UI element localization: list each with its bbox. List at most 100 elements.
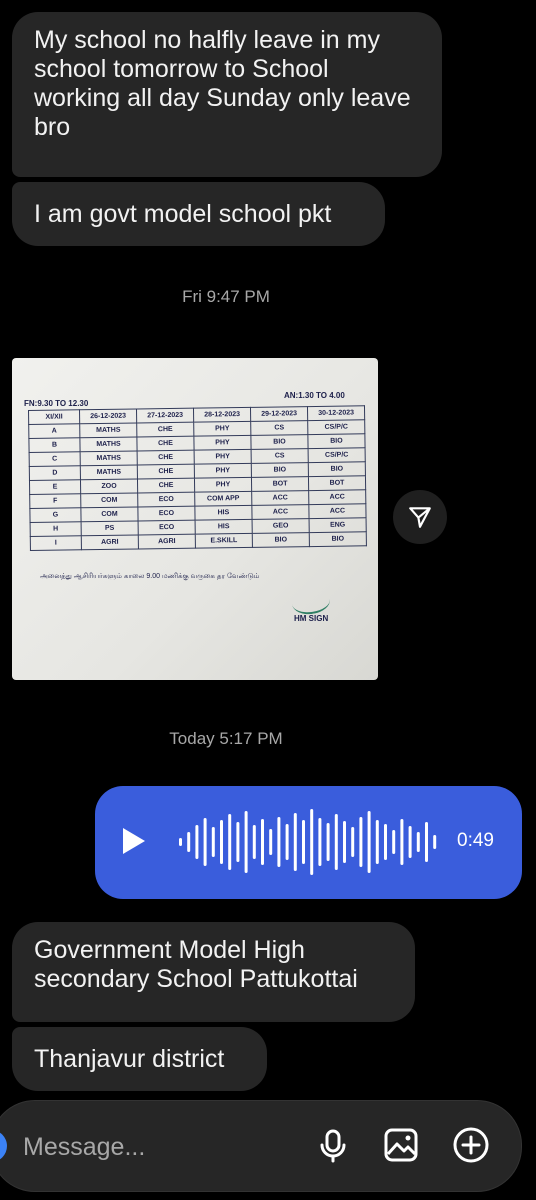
timetable-cell: CHE (136, 436, 195, 451)
timetable-cell: GEO (252, 518, 310, 534)
photo-note: அனைத்து ஆசிரியர்களும் காலை 9.00 மணிக்கு … (40, 573, 260, 580)
waveform-bar (244, 811, 248, 873)
waveform-bar (261, 819, 264, 865)
waveform-bar (334, 814, 338, 870)
timetable-cell: PHY (193, 435, 252, 451)
timetable-cell: ZOO (80, 478, 138, 494)
timetable-cell: 26-12-2023 (79, 408, 137, 424)
message-text: I am govt model school pkt (34, 200, 332, 228)
timetable-cell: COM (80, 492, 138, 508)
message-composer (0, 1100, 522, 1192)
message-text: My school no halfly leave in my school t… (34, 26, 411, 141)
photo-message[interactable]: FN:9.30 TO 12.30 AN:1.30 TO 4.00 XI/XII 2… (12, 358, 378, 680)
timetable-cell: 30-12-2023 (307, 405, 365, 421)
timetable-cell: CS/P/C (307, 419, 365, 435)
timestamp: Fri 9:47 PM (182, 287, 270, 306)
waveform-bar (326, 823, 330, 861)
message-text: Thanjavur district (34, 1045, 225, 1073)
share-button[interactable] (393, 490, 447, 544)
timetable-cell: MATHS (79, 436, 138, 452)
timestamp: Today 5:17 PM (169, 729, 283, 748)
waveform-bar (179, 838, 182, 846)
timetable-cell: COM (80, 506, 139, 522)
timetable-cell: ACC (308, 503, 367, 519)
waveform-bar (285, 824, 289, 860)
timetable-cell: PHY (194, 463, 252, 479)
add-icon[interactable] (451, 1125, 491, 1165)
timetable-cell: 27-12-2023 (136, 408, 194, 423)
timetable-cell: CS/P/C (308, 447, 366, 463)
hm-sign-label: HM SIGN (294, 614, 329, 623)
waveform (179, 809, 437, 875)
timetable-cell: 28-12-2023 (193, 407, 251, 423)
voice-message[interactable]: 0:49 (95, 786, 522, 899)
timetable-cell: ECO (137, 506, 196, 521)
camera-icon[interactable] (0, 1130, 7, 1162)
timetable-cell: H (30, 521, 82, 537)
photo-fn-label: FN:9.30 TO 12.30 (24, 399, 89, 408)
timetable-cell: ECO (137, 492, 195, 507)
timetable-cell: ACC (308, 489, 366, 505)
timetable-cell: CHE (137, 478, 195, 493)
waveform-bar (293, 813, 297, 871)
waveform-bar (400, 819, 404, 865)
waveform-bar (433, 835, 437, 849)
waveform-bar (416, 832, 420, 852)
timetable: XI/XII 26-12-2023 27-12-2023 28-12-2023 29-1… (28, 405, 367, 551)
timetable-cell: AGRI (81, 534, 139, 550)
waveform-bar (375, 820, 379, 864)
timetable-cell: E.SKILL (195, 533, 253, 549)
timetable-cell: F (29, 493, 81, 509)
timetable-cell: HIS (195, 519, 253, 535)
send-icon (409, 507, 431, 528)
waveform-bar (269, 829, 273, 855)
timetable-cell: COM APP (194, 491, 252, 507)
message-input[interactable] (21, 1129, 265, 1165)
timetable-cell: PHY (194, 477, 252, 493)
timetable-cell: MATHS (79, 422, 137, 438)
waveform-bar (425, 822, 428, 862)
timetable-cell: E (29, 479, 81, 495)
play-icon[interactable] (123, 828, 145, 854)
waveform-bar (343, 821, 346, 863)
microphone-icon[interactable] (313, 1125, 353, 1165)
timetable-cell: I (30, 535, 82, 551)
waveform-bar (236, 822, 240, 862)
timetable-cell: AGRI (138, 534, 196, 549)
waveform-bar (220, 820, 223, 864)
timetable-cell: B (28, 437, 81, 453)
timetable-cell: BIO (308, 461, 366, 477)
waveform-bar (318, 818, 322, 866)
waveform-bar (367, 811, 371, 873)
waveform-bar (252, 825, 256, 859)
gallery-icon[interactable] (381, 1125, 421, 1165)
message-bubble[interactable]: Thanjavur district (12, 1027, 267, 1091)
timetable-cell: D (29, 465, 81, 481)
waveform-bar (203, 818, 207, 866)
waveform-bar (408, 826, 412, 858)
timetable-cell: CS (251, 448, 309, 464)
photo-an-label: AN:1.30 TO 4.00 (284, 391, 345, 400)
timetable-cell: C (29, 451, 81, 467)
waveform-bar (392, 830, 396, 854)
timetable-cell: ENG (309, 517, 367, 533)
message-bubble[interactable]: My school no halfly leave in my school t… (12, 12, 442, 177)
timetable-cell: A (28, 423, 80, 439)
timetable-cell: ECO (138, 520, 196, 535)
message-bubble[interactable]: I am govt model school pkt (12, 182, 385, 246)
signature (290, 587, 332, 617)
timetable-cell: CS (250, 420, 308, 436)
timetable-cell: PHY (194, 449, 252, 465)
timetable-cell: BIO (252, 532, 310, 548)
waveform-bar (187, 832, 191, 852)
waveform-bar (302, 820, 305, 864)
timetable-cell: BIO (309, 531, 367, 547)
message-bubble[interactable]: Government Model High secondary School P… (12, 922, 415, 1022)
waveform-bar (277, 817, 281, 867)
timetable-cell: BOT (251, 476, 309, 492)
timetable-cell: CHE (136, 422, 194, 437)
message-text: Government Model High secondary School P… (34, 936, 358, 993)
timetable-cell: BIO (250, 434, 309, 450)
timetable-cell: BOT (308, 475, 366, 491)
timetable-cell: PHY (193, 421, 251, 437)
